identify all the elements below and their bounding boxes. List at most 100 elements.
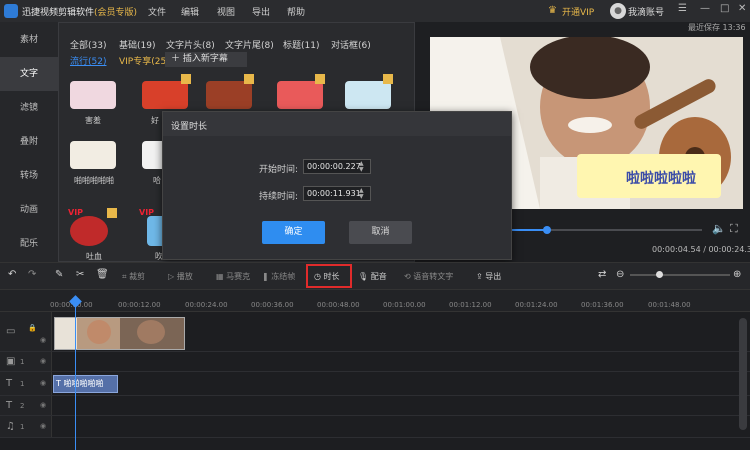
eye-icon[interactable]: ◉ xyxy=(40,422,46,430)
sidebar-item-music[interactable]: 配乐 xyxy=(0,227,58,261)
category-basic[interactable]: 基础(19) xyxy=(119,38,155,51)
category-all[interactable]: 全部(33) xyxy=(70,38,106,51)
microphone-icon: 🎙 xyxy=(358,272,371,281)
track-header: T 2 ◉ xyxy=(0,396,52,415)
start-time-label: 开始时间: xyxy=(259,165,299,175)
category-outro[interactable]: 文字片尾(8) xyxy=(225,38,274,51)
library-item-thumb[interactable] xyxy=(70,216,108,246)
sidebar-item-animations[interactable]: 动画 xyxy=(0,193,58,227)
edit-icon[interactable]: ✎ xyxy=(55,269,63,280)
track-header: ▣ 1 ◉ xyxy=(0,352,52,371)
library-item-thumb[interactable] xyxy=(70,81,116,109)
library-item-thumb[interactable] xyxy=(70,141,116,169)
timeline-scrollbar[interactable] xyxy=(739,318,747,430)
speech-icon: ⟲ xyxy=(404,272,414,281)
library-item-thumb[interactable] xyxy=(142,81,188,109)
vip-corner-icon xyxy=(107,208,117,218)
duration-stepper[interactable]: ▲ ▼ xyxy=(359,188,364,200)
eye-icon[interactable]: ◉ xyxy=(40,401,46,409)
trash-icon[interactable]: 🗑 xyxy=(96,269,109,280)
playhead[interactable] xyxy=(75,297,76,450)
ok-button[interactable]: 确定 xyxy=(262,221,325,244)
maximize-icon[interactable]: □ xyxy=(720,3,729,14)
eye-icon[interactable]: ◉ xyxy=(40,379,46,387)
text-clip[interactable]: T 啪啪啪啪啪 xyxy=(53,375,118,393)
menu-help[interactable]: 帮助 xyxy=(287,5,305,18)
sidebar-item-transitions[interactable]: 转场 xyxy=(0,159,58,193)
time-readout: 00:00:04.54 / 00:00:24.38 xyxy=(652,245,750,254)
zoom-in-icon[interactable]: ⊕ xyxy=(733,269,741,280)
pip-track-icon: ▣ xyxy=(6,356,16,367)
eye-icon[interactable]: ◉ xyxy=(40,336,46,344)
crown-icon: ♛ xyxy=(548,5,557,16)
playback-progress-handle[interactable] xyxy=(543,226,552,234)
menu-icon[interactable]: ☰ xyxy=(678,3,687,14)
vip-button[interactable]: 开通VIP xyxy=(562,5,594,18)
minimize-icon[interactable]: — xyxy=(700,3,710,14)
category-title[interactable]: 标题(11) xyxy=(283,38,319,51)
account-button[interactable]: 我滴账号 xyxy=(628,5,664,18)
speech-to-text-button[interactable]: ⟲ 语音转文字 xyxy=(404,271,453,282)
mosaic-button[interactable]: ▦ 马赛克 xyxy=(216,271,250,282)
library-item-thumb[interactable] xyxy=(206,81,252,109)
library-item-label: 哈 xyxy=(153,176,161,185)
pip-track: ▣ 1 ◉ xyxy=(0,352,750,372)
volume-icon[interactable]: 🔈 xyxy=(712,222,726,235)
playback-progress-fill xyxy=(512,229,548,231)
track-header: ▭ 🔒 ◉ xyxy=(0,312,52,351)
fullscreen-icon[interactable]: ⛶ xyxy=(730,222,738,236)
vip-corner-icon xyxy=(383,74,393,84)
sidebar-item-overlays[interactable]: 叠附 xyxy=(0,125,58,159)
library-item-label: 啪啪啪啪啪 xyxy=(74,176,114,185)
track-header: T 1 ◉ xyxy=(0,372,52,395)
export-button[interactable]: ⇪ 导出 xyxy=(476,271,501,282)
ruler-tick: 00:01:12.00 xyxy=(449,301,492,309)
avatar[interactable]: ● xyxy=(610,3,626,19)
vip-corner-icon xyxy=(244,74,254,84)
text-track-icon: T xyxy=(6,400,13,411)
zoom-out-icon[interactable]: ⊖ xyxy=(616,269,624,280)
sidebar-item-filters[interactable]: 滤镜 xyxy=(0,91,58,125)
insert-subtitle-button[interactable]: ＋ 插入新字幕 xyxy=(165,52,247,67)
library-item-label: 害羞 xyxy=(85,116,101,125)
library-item-thumb[interactable] xyxy=(345,81,391,109)
start-time-stepper[interactable]: ▲ ▼ xyxy=(359,161,364,173)
scissors-icon[interactable]: ✂ xyxy=(76,269,84,280)
sidebar: 素材 文字 滤镜 叠附 转场 动画 配乐 xyxy=(0,22,58,262)
category-dialog[interactable]: 对话框(6) xyxy=(331,38,371,51)
menu-edit[interactable]: 编辑 xyxy=(181,5,199,18)
subtab-popular[interactable]: 流行(52) xyxy=(70,54,106,67)
ruler-tick: 00:00:24.00 xyxy=(185,301,228,309)
close-icon[interactable]: ✕ xyxy=(738,3,746,14)
subtab-vip[interactable]: VIP专享(25) xyxy=(119,54,170,67)
library-item-thumb[interactable] xyxy=(277,81,323,109)
track-header: ♫ 1 ◉ xyxy=(0,416,52,437)
video-clip[interactable] xyxy=(54,317,185,350)
sidebar-item-text[interactable]: 文字 xyxy=(0,57,58,91)
menu-file[interactable]: 文件 xyxy=(148,5,166,18)
playback-button[interactable]: ▷ 播放 xyxy=(168,271,193,282)
set-duration-dialog: 设置时长 开始时间: 00:00:00.227 ▲ ▼ 持续时间: 00:00:1… xyxy=(162,111,512,260)
zoom-slider-handle[interactable] xyxy=(656,271,663,278)
text-track-icon: T xyxy=(6,378,13,389)
cancel-button[interactable]: 取消 xyxy=(349,221,412,244)
freeze-frame-button[interactable]: ❚ 冻结帧 xyxy=(262,271,295,282)
timeline-ruler[interactable]: 00:00:00.00 00:00:12.00 00:00:24.00 00:0… xyxy=(0,290,750,312)
dialog-header xyxy=(163,112,511,136)
eye-icon[interactable]: ◉ xyxy=(40,357,46,365)
menu-export[interactable]: 导出 xyxy=(252,5,270,18)
crop-button[interactable]: ⌗ 裁剪 xyxy=(122,271,145,282)
redo-icon[interactable]: ↷ xyxy=(28,269,36,280)
fit-icon[interactable]: ⇄ xyxy=(598,269,606,280)
freeze-icon: ❚ xyxy=(262,272,272,281)
ruler-tick: 00:01:24.00 xyxy=(515,301,558,309)
category-intro[interactable]: 文字片头(8) xyxy=(166,38,215,51)
sidebar-item-media[interactable]: 素材 xyxy=(0,23,58,57)
menu-view[interactable]: 视图 xyxy=(217,5,235,18)
export-icon: ⇪ xyxy=(476,272,486,281)
music-track-icon: ♫ xyxy=(6,421,15,432)
lock-icon[interactable]: 🔒 xyxy=(28,324,37,332)
zoom-slider[interactable] xyxy=(630,274,730,276)
undo-icon[interactable]: ↶ xyxy=(8,269,16,280)
voiceover-button[interactable]: 🎙 配音 xyxy=(358,271,387,282)
